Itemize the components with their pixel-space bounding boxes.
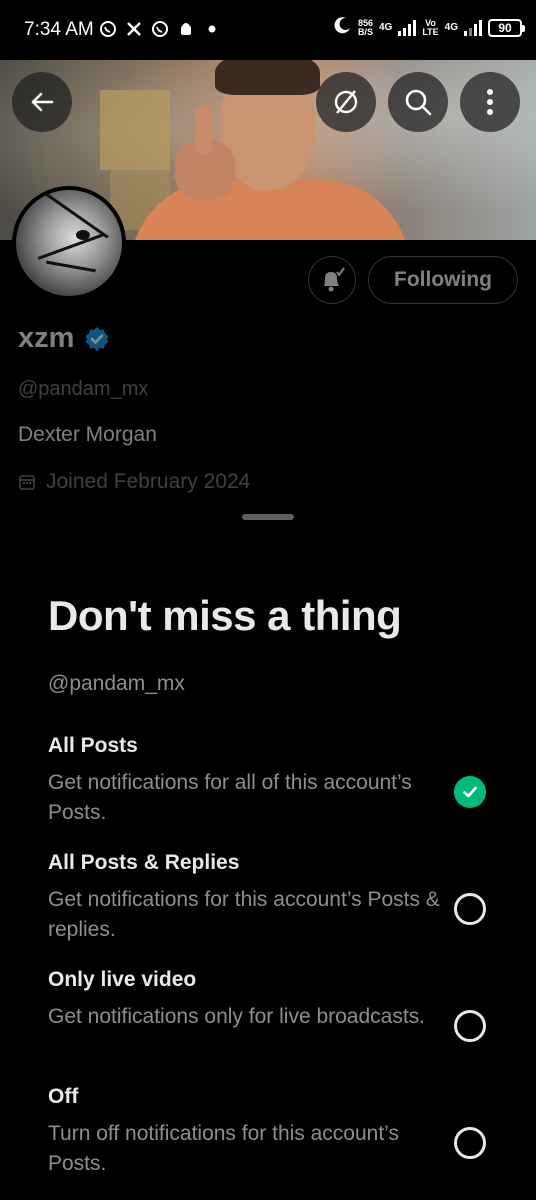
sheet-handle-text: @pandam_mx — [48, 672, 185, 695]
profile-name: xzm — [18, 322, 75, 354]
status-bar: 7:34 AM 856 B/S 4G Vo LTE 4G 90 — [0, 0, 536, 60]
more-button[interactable] — [460, 72, 520, 132]
option-description: Get notifications only for live broadcas… — [48, 1005, 426, 1028]
net-label-1: 4G — [378, 22, 393, 33]
option-title: All Posts & Replies — [48, 851, 240, 874]
back-button[interactable] — [12, 72, 72, 132]
profile-handle: @pandam_mx — [18, 378, 149, 400]
sheet-title: Don't miss a thing — [48, 592, 402, 639]
verified-badge-icon — [85, 326, 109, 351]
bell-check-icon — [324, 267, 345, 292]
volte-bottom: LTE — [422, 26, 439, 37]
option-all-posts[interactable]: All Posts Get notifications for all of t… — [48, 734, 508, 828]
more-icon — [487, 89, 493, 115]
dot-icon — [202, 19, 222, 39]
notification-bell-button[interactable] — [308, 256, 356, 304]
status-system-icons: 856 B/S 4G Vo LTE 4G 90 — [334, 16, 525, 39]
option-title: All Posts — [48, 734, 138, 757]
radio-selected[interactable] — [454, 776, 486, 808]
profile-joined: Joined February 2024 — [46, 470, 251, 493]
signal-bars-icon — [398, 19, 417, 36]
option-title: Off — [48, 1085, 79, 1108]
option-description: Get notifications for all of this accoun… — [48, 771, 412, 824]
network-speed: 856 B/S — [357, 18, 373, 37]
signal-bars-icon — [464, 19, 482, 36]
option-description: Get notifications for this account’s Pos… — [48, 888, 440, 941]
volte-label: Vo LTE — [422, 18, 439, 37]
avatar[interactable] — [12, 186, 126, 300]
status-time: 7:34 AM — [24, 19, 94, 40]
search-button[interactable] — [388, 72, 448, 132]
option-all-posts-replies[interactable]: All Posts & Replies Get notifications fo… — [48, 851, 508, 945]
avatar-image — [16, 190, 122, 296]
android-icon — [176, 19, 196, 39]
radio-unselected[interactable] — [454, 1010, 486, 1042]
option-title: Only live video — [48, 968, 197, 991]
profile-name-row: xzm — [18, 322, 110, 355]
following-button[interactable]: Following — [368, 256, 518, 304]
hide-icon — [334, 90, 358, 114]
moon-icon — [334, 16, 352, 39]
radio-unselected[interactable] — [454, 893, 486, 925]
battery-icon: 90 — [488, 18, 525, 37]
notification-sheet: Don't miss a thing @pandam_mx All Posts … — [0, 500, 536, 1200]
option-description: Turn off notifications for this account’… — [48, 1122, 399, 1175]
search-icon — [405, 89, 432, 116]
option-off[interactable]: Off Turn off notifications for this acco… — [48, 1085, 508, 1179]
whatsapp-icon — [98, 19, 118, 39]
net-label-2: 4G — [444, 22, 458, 33]
back-arrow-icon — [31, 92, 54, 112]
hide-button[interactable] — [316, 72, 376, 132]
radio-unselected[interactable] — [454, 1127, 486, 1159]
whatsapp-icon — [150, 19, 170, 39]
x-icon — [124, 19, 144, 39]
calendar-icon — [19, 475, 35, 490]
status-app-icons — [98, 19, 222, 39]
profile-bio: Dexter Morgan — [18, 423, 157, 446]
speed-unit: B/S — [357, 26, 373, 37]
option-only-live-video[interactable]: Only live video Get notifications only f… — [48, 968, 508, 1042]
sheet-drag-handle[interactable] — [242, 514, 294, 520]
checkmark-icon — [463, 786, 477, 798]
profile-joined-row: Joined February 2024 — [18, 470, 250, 494]
